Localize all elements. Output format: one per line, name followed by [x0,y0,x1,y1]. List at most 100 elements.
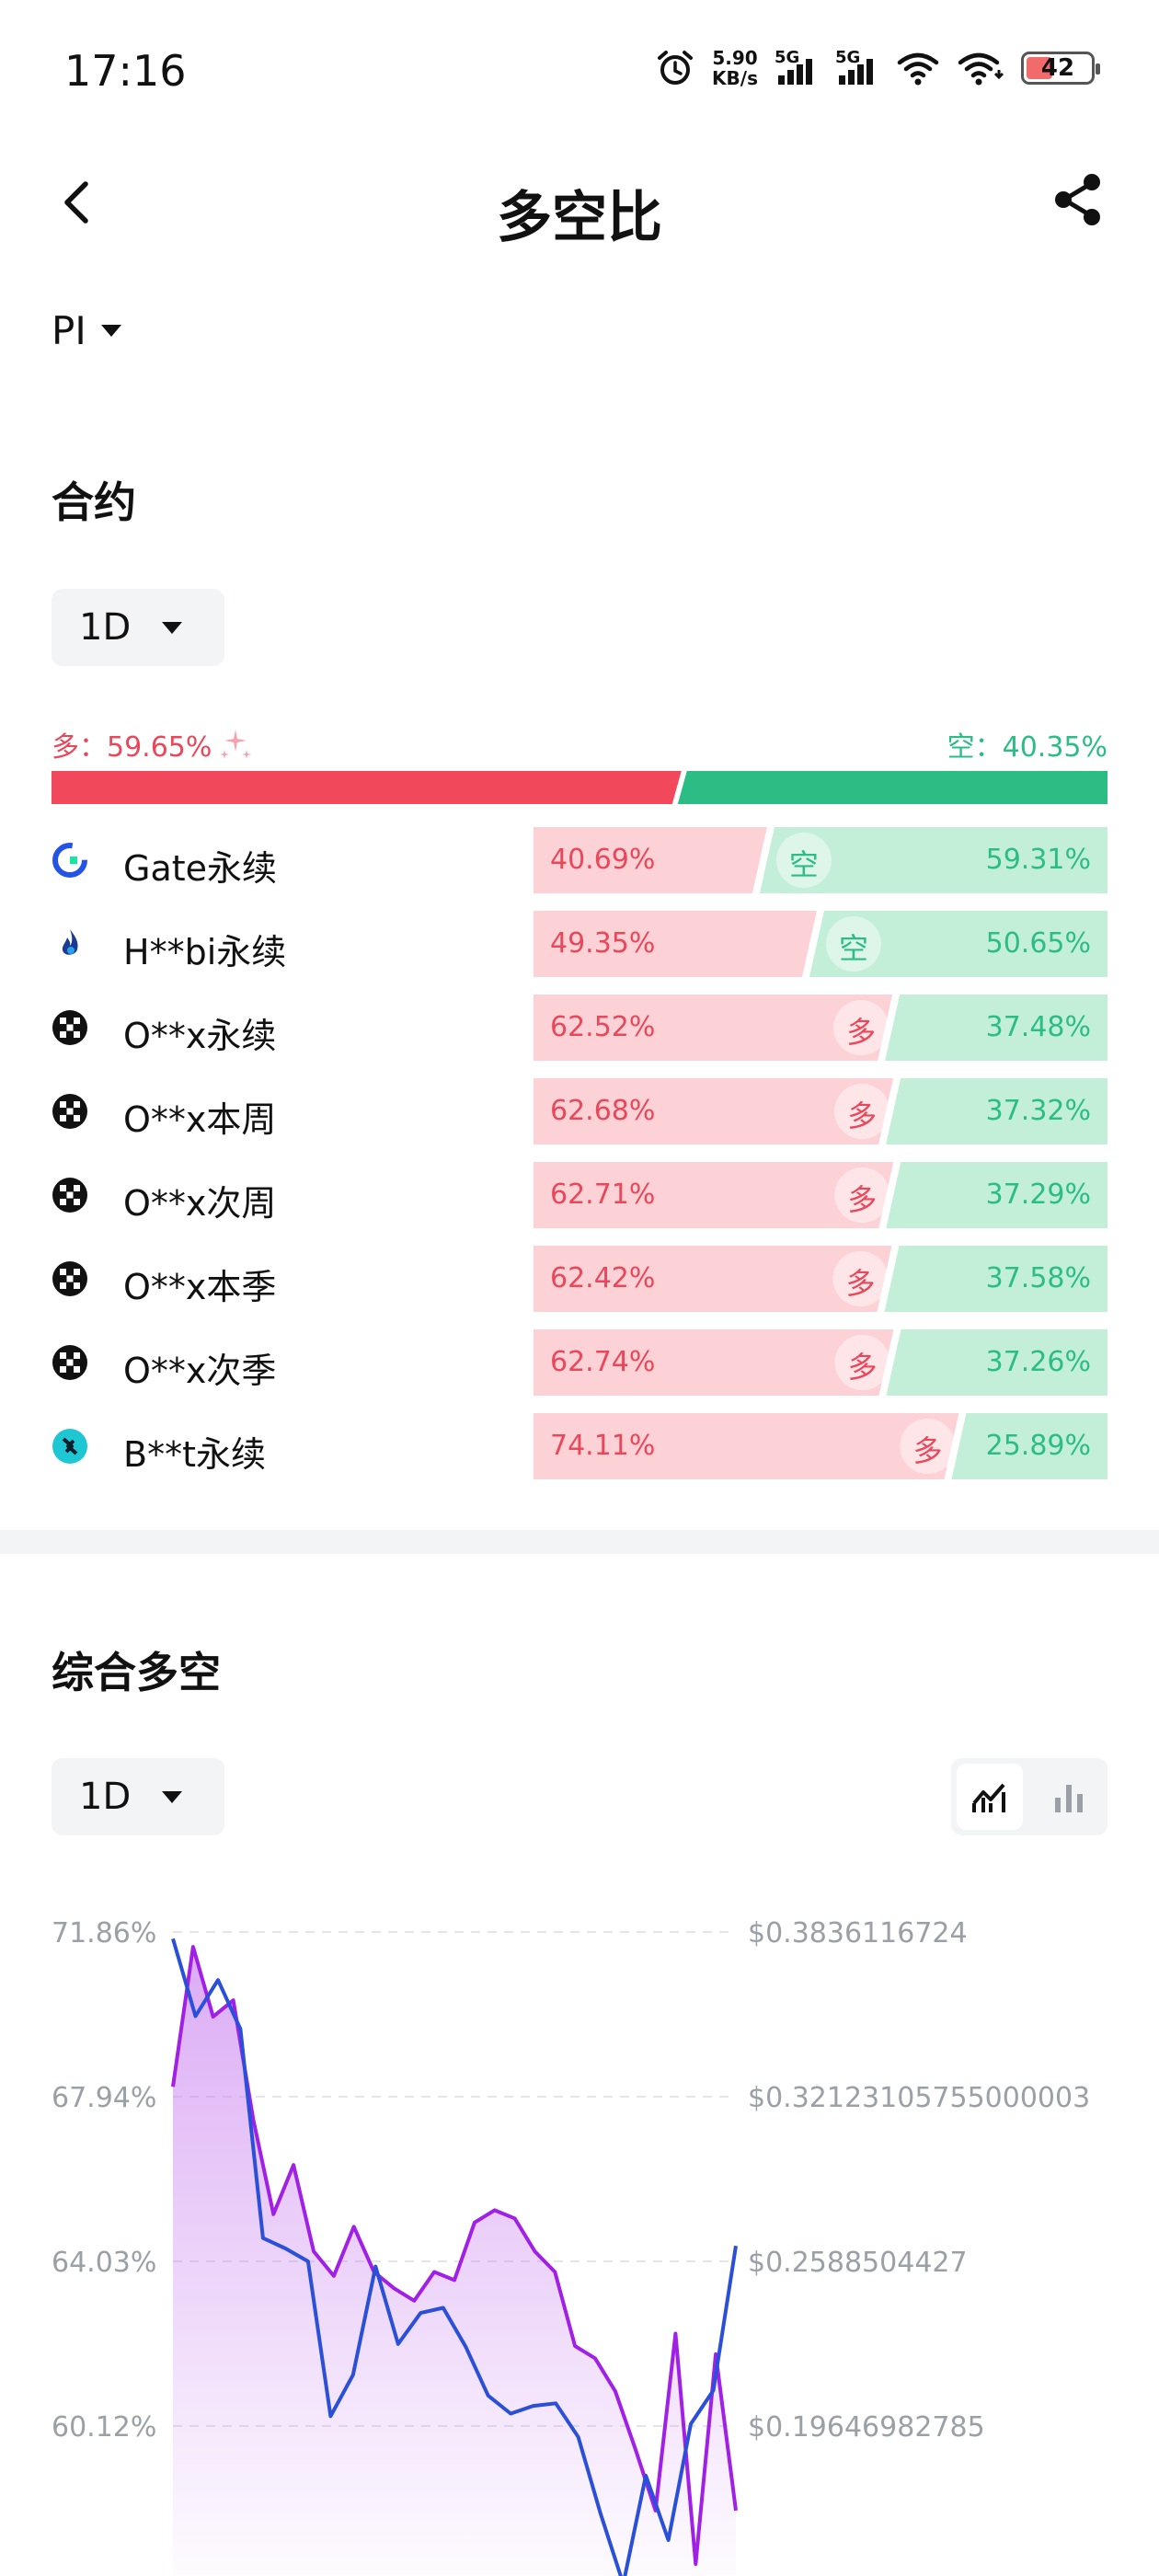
status-time: 17:16 [64,46,187,96]
line-chart-toggle[interactable] [957,1764,1023,1830]
exchange-short-pct: 37.26% [985,1346,1091,1378]
short-ratio-label: 空：40.35% [947,731,1107,764]
status-icons: 5.90 KB/s 5G 5G 42 [655,47,1100,89]
exchange-row-3[interactable]: O**x永续 62.52% 多 37.48% [52,995,1107,1061]
overall-short-segment [677,771,1107,804]
section-divider [0,1530,1159,1554]
exchange-long-pct: 62.74% [550,1346,656,1378]
bar-chart-icon [1055,1785,1083,1812]
battery-icon: 42 [1021,52,1100,85]
exchange-name: Gate永续 [123,848,278,889]
exchange-short-pct: 37.32% [985,1095,1091,1127]
overall-period-value: 1D [79,1776,132,1818]
flame-logo-icon [52,926,88,962]
bitget-logo-icon [52,1428,88,1465]
alarm-icon [658,51,694,85]
exchange-long-pct: 74.11% [550,1430,656,1462]
okx-logo-icon [52,1009,88,1046]
left-axis-tick: 67.94% [52,2082,156,2114]
contract-period-value: 1D [79,606,132,649]
exchange-ratio-bar: 62.71% 多 37.29% [534,1162,1107,1228]
okx-logo-icon [52,1093,88,1130]
exchange-dominant-tag: 空 [838,931,868,966]
share-button[interactable] [1048,169,1108,230]
exchange-row-7[interactable]: O**x次季 62.74% 多 37.26% [52,1329,1107,1396]
chart-view-toggle [951,1758,1107,1835]
exchange-row-4[interactable]: O**x本周 62.68% 多 37.32% [52,1078,1107,1144]
exchange-long-pct: 62.52% [550,1011,656,1043]
exchange-short-pct: 37.48% [985,1011,1091,1043]
exchange-ratio-bar: 62.68% 多 37.32% [534,1078,1107,1144]
exchange-ratio-bar: 40.69% 空 59.31% [534,827,1107,893]
long-short-chart: 71.86% $0.3836116724 67.94% $0.321231057550… [52,1917,1090,2576]
okx-logo-icon [52,1344,88,1381]
exchange-long-pct: 49.35% [550,927,656,960]
caret-down-icon [100,325,121,337]
overall-ratio-bar [52,771,1107,804]
nav-bar: 多空比 [0,156,1159,250]
exchange-ratio-bar: 49.35% 空 50.65% [534,911,1107,977]
caret-down-icon [162,1790,183,1803]
overall-ratio-labels: 多：59.65% 空：40.35% [52,719,1107,764]
line-chart-icon [972,1783,1005,1812]
contract-section-title: 合约 [52,477,136,527]
exchange-row-8[interactable]: B**t永续 74.11% 多 25.89% [52,1413,1107,1479]
exchange-short-pct: 37.58% [985,1262,1091,1294]
signal-icon-2: 5G [835,48,879,85]
caret-down-icon [162,621,183,634]
okx-logo-icon [52,1177,88,1213]
signal-icon: 5G [775,48,819,85]
overall-period-select[interactable]: 1D [52,1758,224,1835]
exchange-ratio-bar: 62.74% 多 37.26% [534,1329,1107,1396]
exchange-long-pct: 62.71% [550,1179,656,1211]
exchange-row-1[interactable]: Gate永续 40.69% 空 59.31% [52,827,1107,893]
exchange-ratio-bar: 62.42% 多 37.58% [534,1246,1107,1312]
page-title: 多空比 [497,186,662,250]
right-axis-tick: $0.3836116724 [748,1917,968,1949]
exchange-ratio-bar: 74.11% 多 25.89% [534,1413,1107,1479]
exchange-name: O**x本季 [123,1267,277,1307]
share-icon [1055,174,1100,225]
exchange-short-pct: 50.65% [985,927,1091,960]
exchange-name: O**x永续 [123,1016,277,1056]
symbol-value: PI [52,308,86,353]
left-axis-tick: 71.86% [52,1917,156,1949]
okx-logo-icon [52,1260,88,1297]
symbol-select[interactable]: PI [52,308,121,353]
right-axis-tick: $0.2588504427 [748,2247,968,2279]
exchange-dominant-tag: 多 [847,1182,878,1217]
exchange-long-pct: 62.42% [550,1262,656,1294]
exchange-long-pct: 40.69% [550,844,656,876]
exchange-short-pct: 59.31% [985,844,1091,876]
exchange-short-pct: 25.89% [985,1430,1091,1462]
net-speed: 5.90 KB/s [712,47,758,89]
sparkle-icon [220,730,252,759]
exchange-name: O**x次周 [123,1183,277,1224]
wifi-icon-2 [958,52,1004,86]
exchange-name: O**x次季 [123,1351,277,1391]
status-bar: 17:16 5.90 KB/s 5G 5G 42 [0,0,1159,138]
gate-logo-icon [52,842,88,879]
exchange-row-2[interactable]: H**bi永续 49.35% 空 50.65% [52,911,1107,977]
long-ratio-label: 多：59.65% [52,724,254,765]
exchange-dominant-tag: 多 [845,1266,876,1301]
right-axis-tick: $0.32123105755000003 [748,2082,1090,2114]
exchange-dominant-tag: 多 [846,1015,877,1050]
overall-long-segment [52,771,682,804]
left-axis-tick: 60.12% [52,2411,156,2444]
left-axis-tick: 64.03% [52,2247,156,2279]
exchange-dominant-tag: 多 [847,1350,878,1385]
exchange-name: O**x本周 [123,1099,277,1140]
exchange-dominant-tag: 多 [912,1433,943,1468]
overall-section-title: 综合多空 [52,1648,221,1697]
exchange-row-5[interactable]: O**x次周 62.71% 多 37.29% [52,1162,1107,1228]
exchange-ratio-bar: 62.52% 多 37.48% [534,995,1107,1061]
exchange-name: B**t永续 [123,1434,266,1475]
bar-chart-toggle[interactable] [1036,1764,1102,1830]
exchange-row-6[interactable]: O**x本季 62.42% 多 37.58% [52,1246,1107,1312]
exchange-long-pct: 62.68% [550,1095,656,1127]
contract-period-select[interactable]: 1D [52,589,224,666]
exchange-name: H**bi永续 [123,932,287,972]
right-axis-tick: $0.19646982785 [748,2411,985,2444]
exchange-dominant-tag: 空 [788,847,819,882]
